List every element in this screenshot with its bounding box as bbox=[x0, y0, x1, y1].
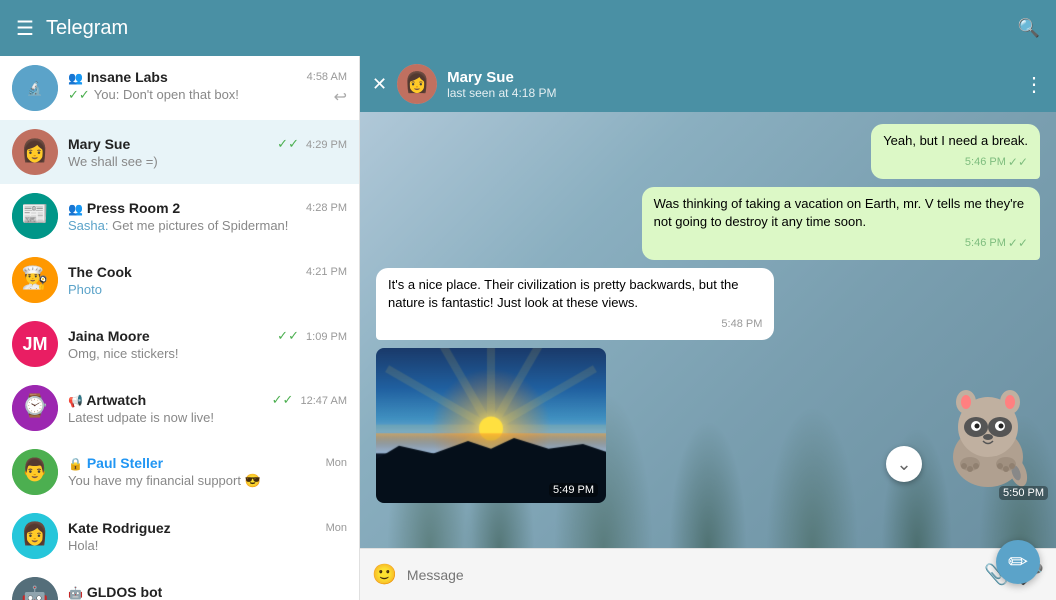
contact-avatar: 👩 bbox=[397, 64, 437, 104]
chat-time-jaina: ✓✓ 1:09 PM bbox=[277, 328, 347, 344]
svg-text:👨: 👨 bbox=[21, 457, 48, 482]
main-container: 🔬 👥 Insane Labs 4:58 AM ✓✓You: Don't ope… bbox=[0, 56, 1056, 600]
svg-text:🔬: 🔬 bbox=[27, 80, 43, 96]
scroll-down-button[interactable]: ⌄ bbox=[886, 446, 922, 482]
sticker: 5:50 PM bbox=[928, 372, 1048, 492]
avatar-paul: 👨 bbox=[12, 449, 58, 495]
chat-preview-press: Sasha: Get me pictures of Spiderman! bbox=[68, 218, 347, 233]
chat-time-mary: ✓✓ 4:29 PM bbox=[277, 136, 347, 152]
chat-preview-paul: You have my financial support 😎 bbox=[68, 473, 347, 489]
chat-info: 👥 Insane Labs 4:58 AM ✓✓You: Don't open … bbox=[68, 69, 347, 107]
chat-item-kate[interactable]: 👩 Kate Rodriguez Mon Hola! bbox=[0, 504, 359, 568]
avatar-cook: 👨‍🍳 bbox=[12, 257, 58, 303]
chat-item-jaina[interactable]: JM Jaina Moore ✓✓ 1:09 PM Omg, nice stic… bbox=[0, 312, 359, 376]
svg-text:👩: 👩 bbox=[21, 138, 48, 163]
avatar-initials: JM bbox=[22, 334, 47, 355]
chat-time-press: 4:28 PM bbox=[306, 202, 347, 214]
svg-text:👩: 👩 bbox=[405, 70, 430, 94]
message-input-bar: 🙂 📎 🎤 bbox=[360, 548, 1056, 600]
message-time: 5:46 PM ✓✓ bbox=[883, 154, 1028, 171]
chat-time-artwatch: ✓✓ 12:47 AM bbox=[272, 392, 347, 408]
message-outgoing-2: Was thinking of taking a vacation on Ear… bbox=[642, 187, 1040, 260]
menu-icon[interactable]: ☰ bbox=[16, 16, 34, 41]
chat-time-cook: 4:21 PM bbox=[306, 266, 347, 278]
chat-time: 4:58 AM bbox=[307, 71, 347, 83]
message-time-2: 5:46 PM ✓✓ bbox=[654, 235, 1028, 252]
chat-name: 👥 Insane Labs bbox=[68, 69, 168, 85]
chat-time-paul: Mon bbox=[326, 457, 347, 469]
image-time: 5:49 PM bbox=[549, 483, 598, 497]
sticker-spacer bbox=[376, 511, 1040, 548]
sticker-time: 5:50 PM bbox=[999, 486, 1048, 500]
chat-info-press: 👥 Press Room 2 4:28 PM Sasha: Get me pic… bbox=[68, 200, 347, 233]
read-check-icon: ✓✓ bbox=[1008, 154, 1028, 171]
avatar-jaina: JM bbox=[12, 321, 58, 367]
message-text: Yeah, but I need a break. bbox=[883, 133, 1028, 148]
app-title: Telegram bbox=[46, 17, 1006, 40]
close-button[interactable]: ✕ bbox=[372, 74, 387, 95]
contact-info: Mary Sue last seen at 4:18 PM bbox=[447, 69, 1014, 100]
avatar-mary-sue: 👩 bbox=[12, 129, 58, 175]
chat-preview: ✓✓You: Don't open that box! ↩ bbox=[68, 87, 347, 107]
chat-name-gldos: 🤖 GLDOS bot bbox=[68, 584, 162, 600]
message-incoming-1: It's a nice place. Their civilization is… bbox=[376, 268, 774, 340]
chat-info-paul: 🔒 Paul Steller Mon You have my financial… bbox=[68, 455, 347, 489]
emoji-icon[interactable]: 🙂 bbox=[372, 562, 397, 587]
chat-preview-artwatch: Latest udpate is now live! bbox=[68, 410, 347, 425]
chat-item-press-room[interactable]: 📰 👥 Press Room 2 4:28 PM Sasha: Get me p… bbox=[0, 184, 359, 248]
image-canvas bbox=[376, 348, 606, 503]
message-time-incoming: 5:48 PM bbox=[388, 317, 762, 332]
chat-item-artwatch[interactable]: ⌚ 📢 Artwatch ✓✓ 12:47 AM Latest udpate i… bbox=[0, 376, 359, 440]
svg-text:👨‍🍳: 👨‍🍳 bbox=[21, 265, 48, 290]
chat-name-press: 👥 Press Room 2 bbox=[68, 200, 180, 216]
chat-info-cook: The Cook 4:21 PM Photo bbox=[68, 264, 347, 297]
chat-info-mary: Mary Sue ✓✓ 4:29 PM We shall see =) bbox=[68, 136, 347, 169]
chat-item-mary-sue[interactable]: 👩 Mary Sue ✓✓ 4:29 PM We shall see =) bbox=[0, 120, 359, 184]
read-check-icon-2: ✓✓ bbox=[1008, 235, 1028, 252]
svg-text:👩: 👩 bbox=[21, 521, 48, 546]
message-text-incoming: It's a nice place. Their civilization is… bbox=[388, 277, 739, 310]
chat-item-insane-labs[interactable]: 🔬 👥 Insane Labs 4:58 AM ✓✓You: Don't ope… bbox=[0, 56, 359, 120]
message-text: Was thinking of taking a vacation on Ear… bbox=[654, 196, 1025, 229]
chat-name-mary: Mary Sue bbox=[68, 136, 130, 152]
avatar-kate: 👩 bbox=[12, 513, 58, 559]
chat-name-paul: 🔒 Paul Steller bbox=[68, 455, 163, 471]
chat-item-gldos[interactable]: 🤖 🤖 GLDOS bot Honestly, I hate testing y… bbox=[0, 568, 359, 600]
chat-header: ✕ 👩 Mary Sue last seen at 4:18 PM ⋮ bbox=[360, 56, 1056, 112]
avatar-gldos: 🤖 bbox=[12, 577, 58, 600]
chat-preview-kate: Hola! bbox=[68, 538, 347, 553]
chat-info-artwatch: 📢 Artwatch ✓✓ 12:47 AM Latest udpate is … bbox=[68, 392, 347, 425]
chat-name-jaina: Jaina Moore bbox=[68, 328, 150, 344]
avatar: 🔬 bbox=[12, 65, 58, 111]
chat-name-kate: Kate Rodriguez bbox=[68, 520, 171, 536]
svg-text:📰: 📰 bbox=[21, 201, 48, 226]
chat-item-paul[interactable]: 👨 🔒 Paul Steller Mon You have my financi… bbox=[0, 440, 359, 504]
message-outgoing-1: Yeah, but I need a break. 5:46 PM ✓✓ bbox=[871, 124, 1040, 179]
chat-panel: ✕ 👩 Mary Sue last seen at 4:18 PM ⋮ Yeah… bbox=[360, 56, 1056, 600]
messages-area: Yeah, but I need a break. 5:46 PM ✓✓ Was… bbox=[360, 112, 1056, 548]
chat-info-kate: Kate Rodriguez Mon Hola! bbox=[68, 520, 347, 553]
chat-list: 🔬 👥 Insane Labs 4:58 AM ✓✓You: Don't ope… bbox=[0, 56, 359, 600]
more-options-icon[interactable]: ⋮ bbox=[1024, 72, 1044, 97]
chat-preview-cook: Photo bbox=[68, 282, 347, 297]
chat-info-jaina: Jaina Moore ✓✓ 1:09 PM Omg, nice sticker… bbox=[68, 328, 347, 361]
contact-status: last seen at 4:18 PM bbox=[447, 86, 1014, 100]
avatar-artwatch: ⌚ bbox=[12, 385, 58, 431]
search-icon[interactable]: 🔍 bbox=[1018, 18, 1040, 39]
message-image[interactable]: 5:49 PM bbox=[376, 348, 606, 503]
avatar-press: 📰 bbox=[12, 193, 58, 239]
chat-info-gldos: 🤖 GLDOS bot Honestly, I hate testing you… bbox=[68, 584, 347, 600]
chat-preview-jaina: Omg, nice stickers! bbox=[68, 346, 347, 361]
app-header: ☰ Telegram 🔍 bbox=[0, 0, 1056, 56]
chat-name-cook: The Cook bbox=[68, 264, 132, 280]
message-input[interactable] bbox=[407, 567, 974, 583]
contact-name: Mary Sue bbox=[447, 69, 1014, 86]
chat-preview-mary: We shall see =) bbox=[68, 154, 347, 169]
chat-name-artwatch: 📢 Artwatch bbox=[68, 392, 146, 408]
svg-text:⌚: ⌚ bbox=[21, 393, 48, 418]
sidebar: 🔬 👥 Insane Labs 4:58 AM ✓✓You: Don't ope… bbox=[0, 56, 360, 600]
svg-text:🤖: 🤖 bbox=[21, 585, 48, 600]
chat-time-kate: Mon bbox=[326, 522, 347, 534]
chat-item-cook[interactable]: 👨‍🍳 The Cook 4:21 PM Photo bbox=[0, 248, 359, 312]
